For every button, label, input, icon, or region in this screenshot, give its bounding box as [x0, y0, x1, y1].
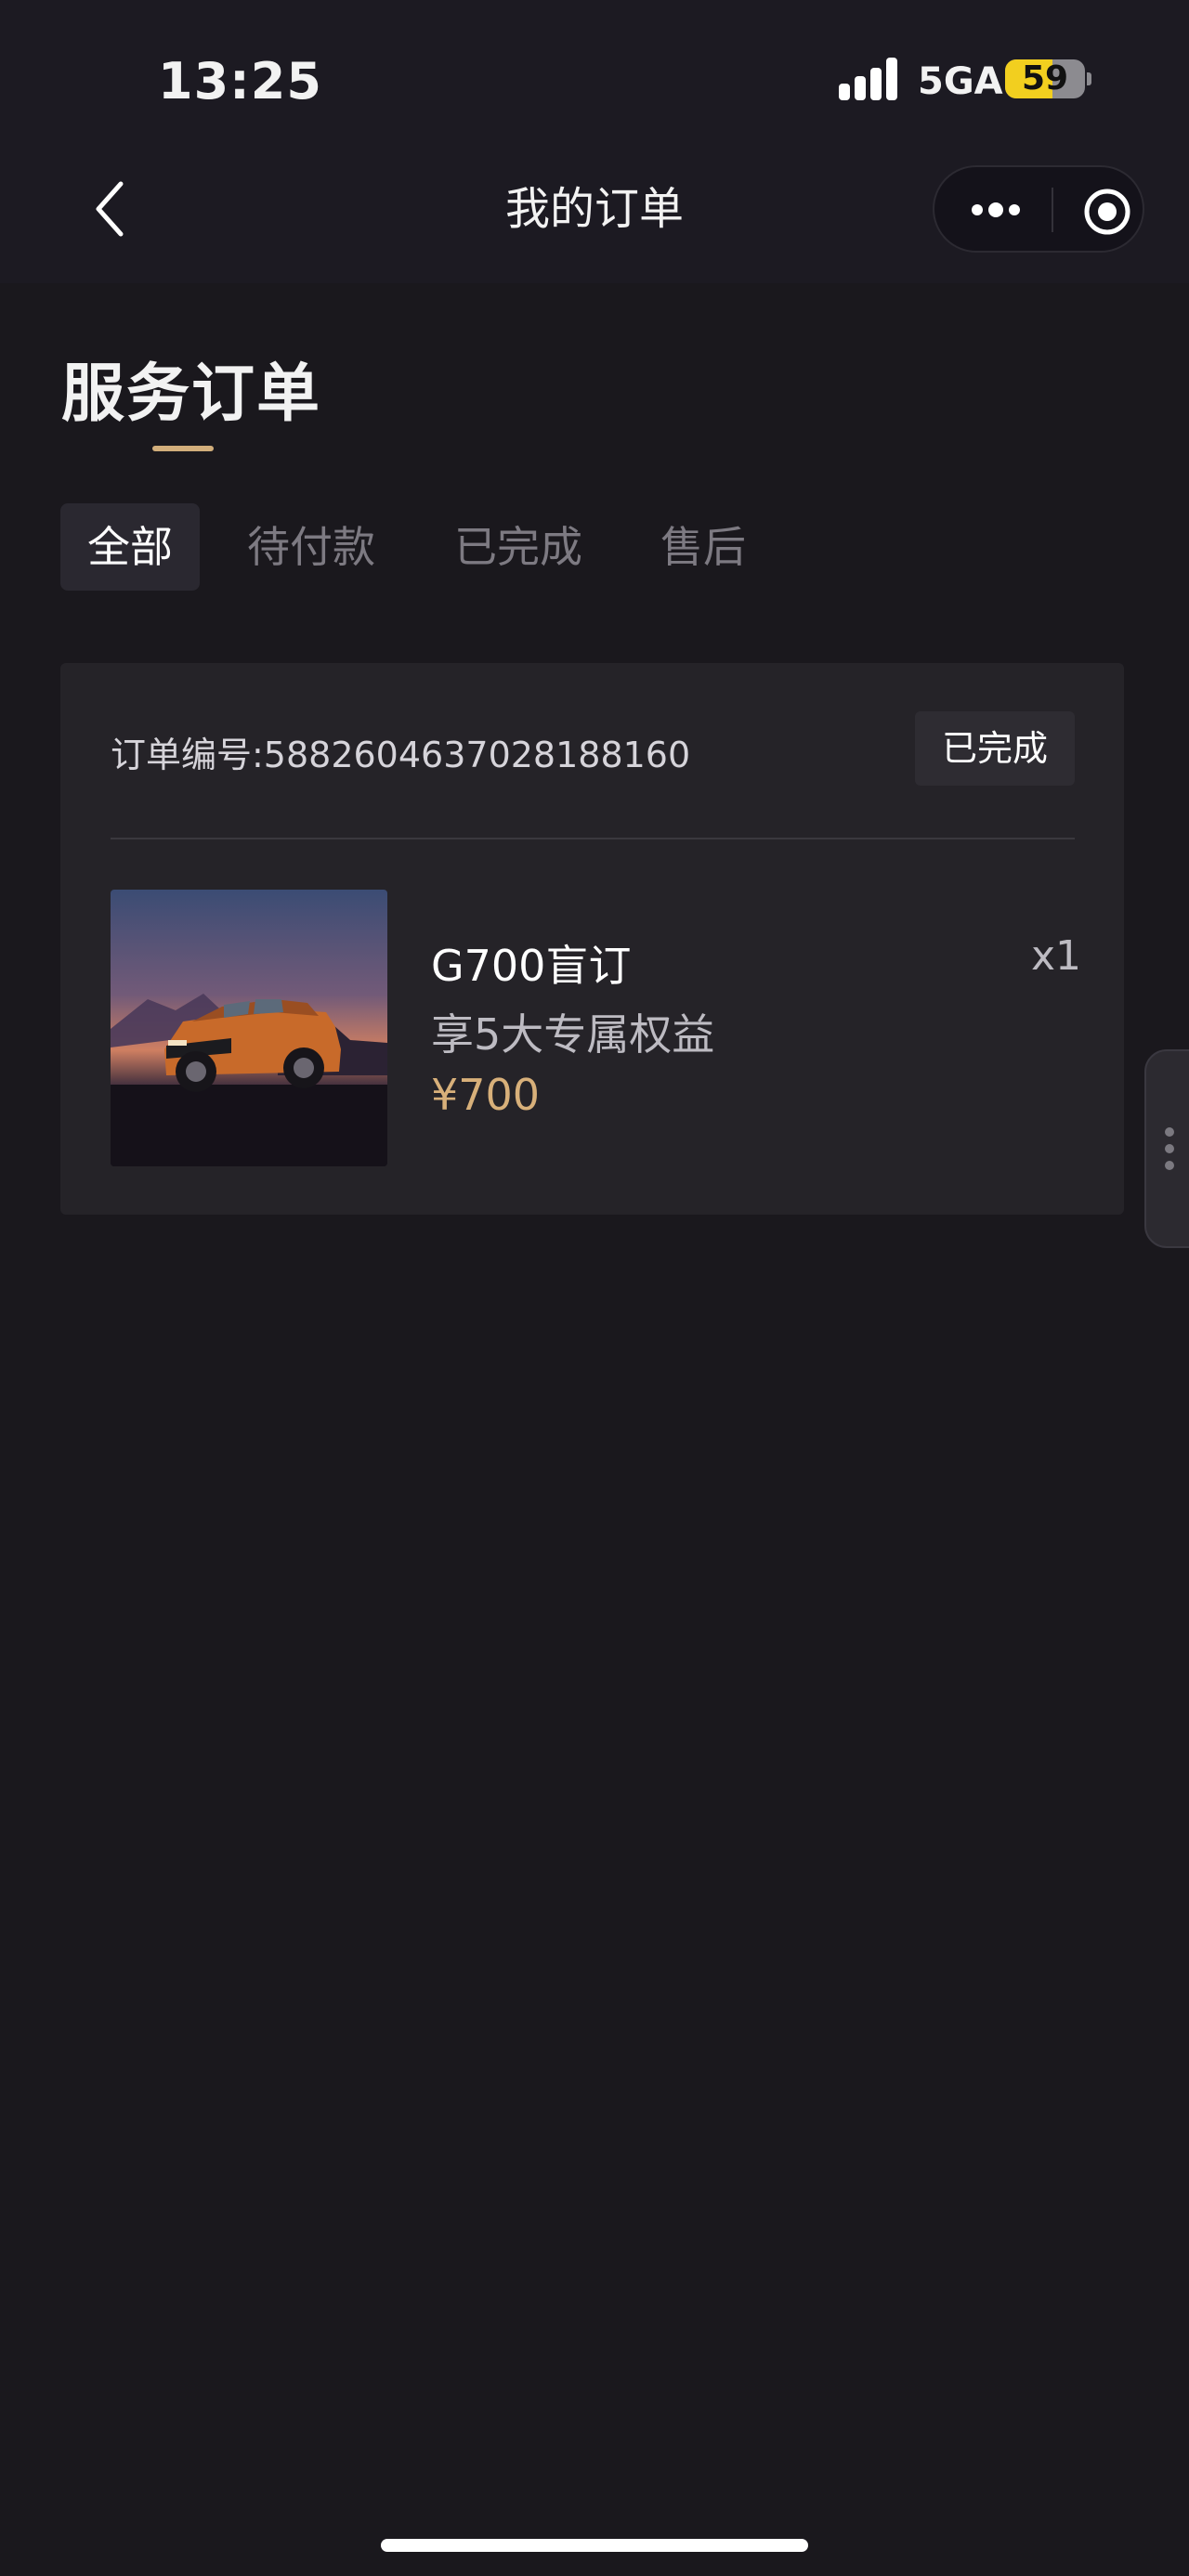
card-divider	[111, 838, 1075, 839]
capsule-divider	[1052, 188, 1053, 232]
battery-icon: 59	[1005, 59, 1085, 98]
order-status-badge: 已完成	[915, 711, 1075, 786]
mini-program-capsule	[933, 165, 1144, 253]
section-title: 服务订单	[61, 358, 322, 431]
order-number: 订单编号:5882604637028188160	[111, 735, 691, 775]
order-card[interactable]: 订单编号:5882604637028188160 已完成 G700盲订 享5大专…	[60, 663, 1124, 1215]
product-name: G700盲订	[431, 941, 632, 991]
handle-dot	[1165, 1127, 1174, 1137]
handle-dot	[1165, 1144, 1174, 1153]
tab-all[interactable]: 全部	[60, 503, 200, 591]
product-price: ¥700	[431, 1070, 541, 1120]
floating-side-handle[interactable]	[1144, 1049, 1189, 1248]
more-dots-icon	[972, 202, 1020, 217]
product-image	[111, 890, 387, 1166]
target-circle-icon	[1084, 189, 1130, 235]
product-description: 享5大专属权益	[431, 1009, 715, 1060]
close-button[interactable]	[1083, 188, 1131, 236]
battery-percentage: 59	[1021, 59, 1069, 98]
section-title-underline	[152, 446, 214, 451]
status-time: 13:25	[158, 52, 322, 111]
network-type: 5GA	[918, 60, 1003, 103]
tab-after-sales[interactable]: 售后	[651, 503, 755, 591]
home-indicator[interactable]	[381, 2539, 808, 2552]
signal-icon	[839, 58, 898, 100]
more-button[interactable]	[966, 193, 1026, 227]
product-quantity: x1	[1031, 932, 1082, 980]
tab-completed[interactable]: 已完成	[444, 503, 593, 591]
tab-pending-payment[interactable]: 待付款	[237, 503, 385, 591]
orange-suv-image	[111, 994, 387, 1166]
battery-cap	[1087, 72, 1091, 85]
handle-dot	[1165, 1161, 1174, 1170]
